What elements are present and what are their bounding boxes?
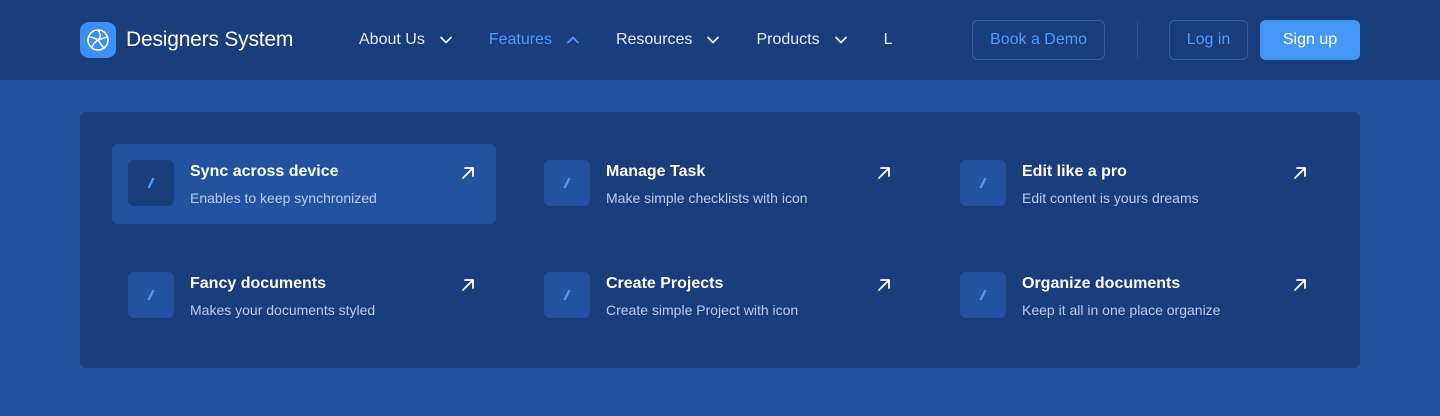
brand[interactable]: Designers System [80, 22, 293, 58]
top-navigation-bar: Designers System About Us Features Resou… [0, 0, 1440, 80]
book-demo-button[interactable]: Book a Demo [972, 20, 1105, 60]
feature-description: Enables to keep synchronized [190, 190, 377, 206]
feature-title: Edit like a pro [1022, 163, 1127, 180]
pen-icon [128, 160, 174, 206]
aperture-icon [80, 22, 116, 58]
feature-title: Manage Task [606, 163, 706, 180]
feature-card-edit-pro[interactable]: Edit like a pro Edit content is yours dr… [944, 144, 1328, 224]
feature-card-manage-task[interactable]: Manage Task Make simple checklists with … [528, 144, 912, 224]
nav-item-features[interactable]: Features [489, 20, 580, 60]
feature-title: Create Projects [606, 275, 724, 292]
main-nav: About Us Features Resources Products L [359, 0, 911, 80]
feature-description: Create simple Project with icon [606, 302, 799, 318]
chevron-down-icon [834, 33, 848, 47]
arrow-up-right-icon [462, 279, 474, 291]
arrow-up-right-icon [878, 167, 890, 179]
brand-name: Designers System [126, 28, 294, 51]
nav-item-label: Products [756, 31, 820, 48]
feature-description: Edit content is yours dreams [1022, 190, 1199, 206]
nav-item-label: Features [488, 31, 552, 48]
nav-item-truncated[interactable]: L [884, 20, 893, 60]
arrow-up-right-icon [462, 167, 474, 179]
pen-icon [960, 272, 1006, 318]
arrow-up-right-icon [878, 279, 890, 291]
header-divider [1137, 22, 1138, 58]
feature-title: Sync across device [190, 163, 339, 180]
signup-button[interactable]: Sign up [1260, 20, 1360, 60]
pen-icon [960, 160, 1006, 206]
login-button[interactable]: Log in [1169, 20, 1248, 60]
chevron-down-icon [706, 33, 720, 47]
nav-item-resources[interactable]: Resources [616, 20, 720, 60]
feature-description: Make simple checklists with icon [606, 190, 808, 206]
chevron-up-icon [566, 33, 580, 47]
pen-icon [128, 272, 174, 318]
feature-card-create-projects[interactable]: Create Projects Create simple Project wi… [528, 256, 912, 336]
feature-description: Keep it all in one place organize [1022, 302, 1221, 318]
pen-icon [544, 272, 590, 318]
nav-item-label: Resources [615, 31, 693, 48]
feature-card-sync[interactable]: Sync across device Enables to keep synch… [112, 144, 496, 224]
feature-card-organize-documents[interactable]: Organize documents Keep it all in one pl… [944, 256, 1328, 336]
nav-item-label: About Us [359, 31, 425, 48]
arrow-up-right-icon [1294, 167, 1306, 179]
feature-title: Organize documents [1022, 275, 1181, 292]
features-dropdown-panel: Sync across device Enables to keep synch… [80, 112, 1360, 368]
feature-title: Fancy documents [190, 275, 327, 292]
arrow-up-right-icon [1294, 279, 1306, 291]
feature-description: Makes your documents styled [190, 302, 376, 318]
chevron-down-icon [439, 33, 453, 47]
nav-item-label: L [883, 31, 893, 48]
nav-item-about-us[interactable]: About Us [359, 20, 453, 60]
nav-item-products[interactable]: Products [756, 20, 847, 60]
feature-card-fancy-documents[interactable]: Fancy documents Makes your documents sty… [112, 256, 496, 336]
pen-icon [544, 160, 590, 206]
